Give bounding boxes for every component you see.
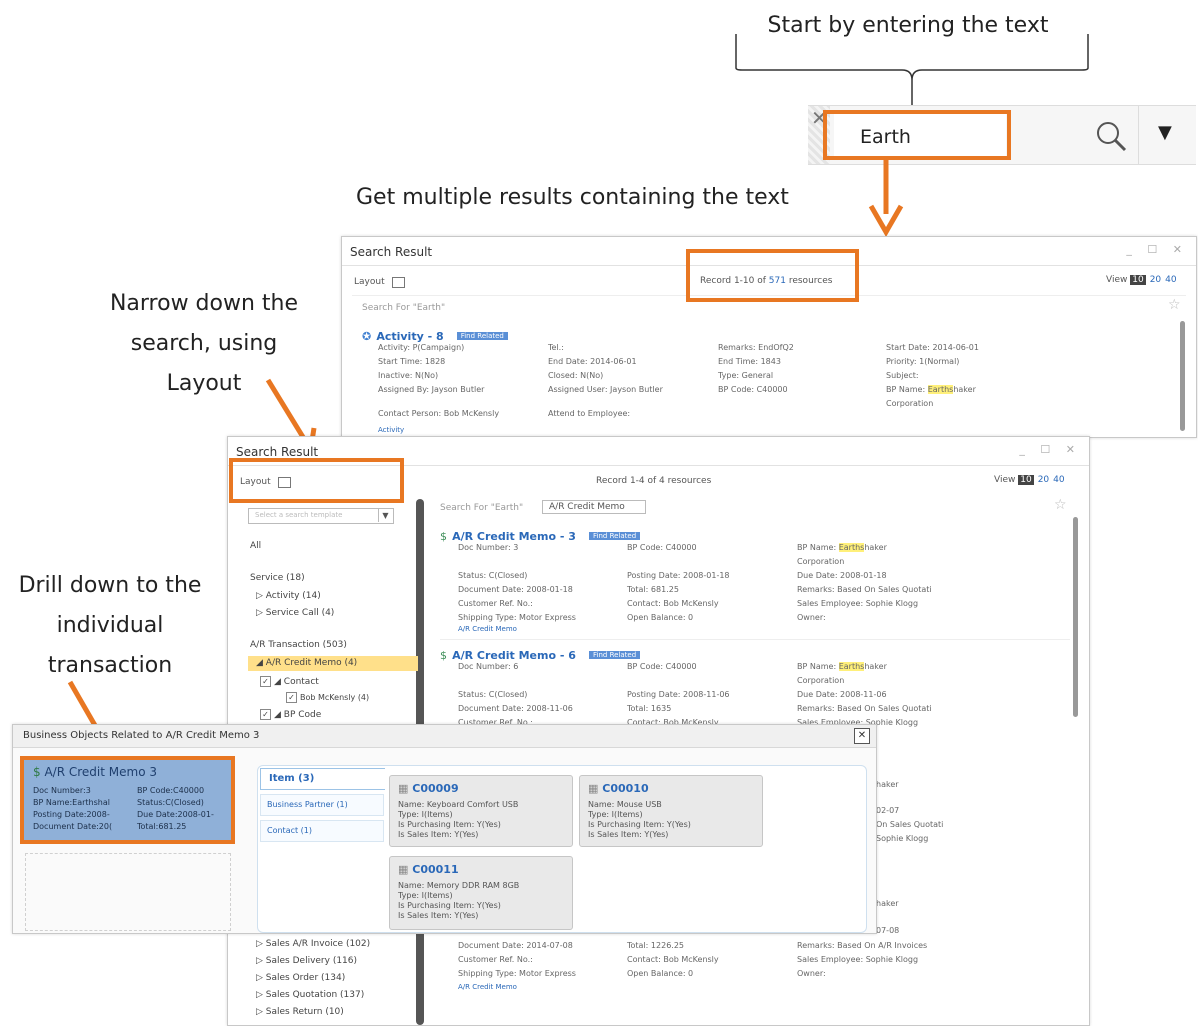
layout-label: Layout — [354, 277, 385, 287]
sidebar-item-activity[interactable]: ▷ Activity (14) — [256, 591, 321, 601]
sidebar-item-sales-order[interactable]: ▷ Sales Order (134) — [256, 973, 345, 983]
fragment: haker — [876, 899, 899, 908]
chevron-down-icon[interactable]: ▼ — [378, 509, 392, 522]
item-card-c00009[interactable]: ▦ C00009 Name: Keyboard Comfort USB Type… — [389, 775, 573, 847]
result-footer-link[interactable]: A/R Credit Memo — [458, 625, 517, 633]
sidebar-item-service-call[interactable]: ▷ Service Call (4) — [256, 608, 334, 618]
item-icon: ▦ — [398, 782, 409, 795]
attend-to-employee: Attend to Employee: — [548, 409, 631, 418]
find-related-button[interactable]: Find Related — [589, 531, 641, 540]
checkbox-icon: ✓ — [260, 709, 271, 720]
scrollbar[interactable] — [1180, 321, 1185, 431]
highlight-search-input — [823, 110, 1011, 160]
page-size-selector[interactable]: View 10 20 40 — [1106, 275, 1177, 285]
sidebar-item-bp-code[interactable]: ✓ ◢ BP Code — [260, 709, 321, 720]
star-icon[interactable]: ☆ — [1054, 497, 1067, 513]
layout-icon[interactable] — [392, 277, 405, 288]
fragment: 02-07 — [876, 806, 900, 815]
window-title: Search Result — [236, 445, 319, 459]
search-icon[interactable] — [1094, 120, 1128, 154]
filter-tag[interactable]: A/R Credit Memo — [542, 500, 646, 514]
result-bottom-col3: Remarks: Based On A/R Invoices Sales Empl… — [797, 941, 928, 978]
window-title: Business Objects Related to A/R Credit M… — [23, 730, 260, 741]
sidebar-item-ar-credit-memo[interactable]: ◢ A/R Credit Memo (4) — [256, 658, 357, 668]
tab-contact[interactable]: Contact (1) — [260, 820, 384, 842]
item-card-c00010[interactable]: ▦ C00010 Name: Mouse USB Type: I(Items) … — [579, 775, 763, 847]
activity-icon: ✪ — [362, 330, 372, 343]
sidebar-item-sales-delivery[interactable]: ▷ Sales Delivery (116) — [256, 956, 357, 966]
document-icon: $ — [440, 530, 447, 543]
sidebar-item-sales-return[interactable]: ▷ Sales Return (10) — [256, 1007, 344, 1017]
sidebar-item-sales-quotation[interactable]: ▷ Sales Quotation (137) — [256, 990, 364, 1000]
search-for: Search For "Earth" — [440, 503, 524, 513]
result-col2: BP Code: C40000 Posting Date: 2008-11-06… — [627, 662, 730, 727]
highlight-record-count — [686, 249, 859, 302]
item-icon: ▦ — [398, 863, 409, 876]
result-footer-link[interactable]: Activity — [378, 426, 404, 434]
callout-multiple: Get multiple results containing the text — [356, 185, 789, 210]
fragment: 07-08 — [876, 926, 900, 935]
find-related-button[interactable]: Find Related — [456, 331, 508, 340]
result-bottom-col1: Document Date: 2014-07-08 Customer Ref. N… — [458, 941, 576, 978]
tab-business-partner[interactable]: Business Partner (1) — [260, 794, 384, 816]
divider — [1138, 106, 1139, 164]
document-icon: $ — [440, 649, 447, 662]
result-col1: Activity: P(Campaign) Start Time: 1828 Ina… — [378, 343, 485, 394]
result-col1: Doc Number: 6 Status: C(Closed) Document … — [458, 662, 573, 727]
result-footer-link[interactable]: A/R Credit Memo — [458, 983, 517, 991]
sidebar-item-ar-transaction[interactable]: A/R Transaction (503) — [250, 640, 347, 650]
callout-drill: Drill down to the individual transaction — [18, 573, 202, 678]
window-controls[interactable]: _ ☐ ✕ — [1126, 243, 1188, 256]
close-icon[interactable]: ✕ — [854, 728, 870, 744]
result-bottom-col2: Total: 1226.25 Contact: Bob McKensly Open … — [627, 941, 719, 978]
highlight-layout — [229, 458, 404, 503]
result-col3: Remarks: EndOfQ2 End Time: 1843 Type: Gene… — [718, 343, 794, 394]
result-col2: Tel.: End Date: 2014-06-01 Closed: N(No) As… — [548, 343, 663, 394]
highlight-document-card — [20, 756, 235, 844]
result-col3: BP Name: Earthshaker Corporation Due Date… — [797, 662, 932, 727]
page-size-selector[interactable]: View 10 20 40 — [994, 475, 1065, 485]
sidebar-item-contact[interactable]: ✓ ◢ Contact — [260, 676, 319, 687]
window-controls[interactable]: _ ☐ ✕ — [1019, 443, 1081, 456]
fragment: Sophie Klogg — [876, 834, 929, 843]
checkbox-icon: ✓ — [260, 676, 271, 687]
scrollbar[interactable] — [1073, 517, 1078, 717]
window-title: Search Result — [350, 245, 433, 259]
item-icon: ▦ — [588, 782, 599, 795]
sidebar-item-bob[interactable]: ✓ Bob McKensly (4) — [286, 692, 369, 703]
checkbox-icon: ✓ — [286, 692, 297, 703]
fragment: On Sales Quotati — [876, 820, 944, 829]
record-count: Record 1-4 of 4 resources — [596, 476, 712, 486]
fragment: haker — [876, 780, 899, 789]
sidebar-item-all[interactable]: All — [250, 541, 261, 551]
result-col4: Start Date: 2014-06-01 Priority: 1(Normal… — [886, 343, 979, 408]
result-col1: Doc Number: 3 Status: C(Closed) Document … — [458, 543, 576, 622]
sidebar-item-sales-invoice[interactable]: ▷ Sales A/R Invoice (102) — [256, 939, 370, 949]
search-for: Search For "Earth" — [362, 303, 446, 313]
result-col3: BP Name: Earthshaker Corporation Due Date… — [797, 543, 932, 622]
arrow-down — [868, 160, 904, 238]
dropdown-icon[interactable]: ▼ — [1158, 122, 1172, 143]
tab-item[interactable]: Item (3) — [260, 768, 385, 790]
template-select[interactable]: Select a search template ▼ — [248, 508, 394, 524]
result-col2: BP Code: C40000 Posting Date: 2008-01-18… — [627, 543, 730, 622]
contact-person: Contact Person: Bob McKensly — [378, 409, 500, 418]
sidebar-item-service[interactable]: Service (18) — [250, 573, 305, 583]
find-related-button[interactable]: Find Related — [589, 650, 641, 659]
item-card-c00011[interactable]: ▦ C00011 Name: Memory DDR RAM 8GB Type: … — [389, 856, 573, 930]
star-icon[interactable]: ☆ — [1168, 297, 1181, 313]
empty-slot — [25, 853, 231, 931]
